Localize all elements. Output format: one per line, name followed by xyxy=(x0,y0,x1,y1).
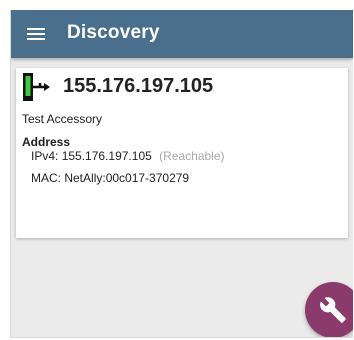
device-title: 155.176.197.105 xyxy=(63,75,214,97)
app-screen: Discovery 155.176.197.105 Test Accessory… xyxy=(10,10,353,338)
wrench-icon xyxy=(320,297,346,323)
app-bar: Discovery xyxy=(11,10,353,58)
page-title: Discovery xyxy=(67,22,160,43)
mac-row: MAC: NetAlly:00c017-370279 xyxy=(31,171,189,185)
mac-label: MAC: xyxy=(31,171,61,185)
ipv4-label: IPv4: xyxy=(31,149,59,163)
device-card[interactable]: 155.176.197.105 Test Accessory Address I… xyxy=(16,68,348,238)
tools-fab-button[interactable] xyxy=(305,282,353,337)
reachable-status: (Reachable) xyxy=(159,149,225,163)
address-heading: Address xyxy=(22,135,71,149)
mac-value: NetAlly:00c017-370279 xyxy=(64,171,190,185)
hamburger-menu-icon[interactable] xyxy=(27,28,45,40)
ipv4-value: 155.176.197.105 xyxy=(61,149,152,163)
device-type: Test Accessory xyxy=(22,112,103,126)
network-device-icon xyxy=(22,72,52,102)
ipv4-row: IPv4: 155.176.197.105 (Reachable) xyxy=(31,149,225,163)
